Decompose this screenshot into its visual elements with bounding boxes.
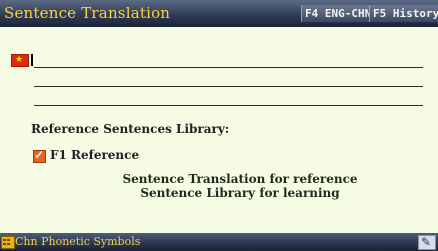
input-line[interactable] (34, 105, 423, 106)
pen-icon[interactable]: ✎ (418, 235, 436, 250)
description-line: Sentence Translation for reference (122, 172, 358, 186)
title-bar: Sentence Translation F4 ENG-CHN F5 Histo… (0, 0, 438, 27)
eng-chn-toggle-button[interactable]: F4 ENG-CHN (301, 5, 374, 22)
input-line[interactable] (34, 67, 423, 68)
app-title: Sentence Translation (4, 4, 171, 22)
reference-option-label[interactable]: F1 Reference (50, 148, 139, 162)
status-bar: Chn Phonetic Symbols ✎ (0, 233, 438, 251)
sentence-translation-window: Sentence Translation F4 ENG-CHN F5 Histo… (0, 0, 438, 251)
library-heading: Reference Sentences Library: (31, 122, 230, 136)
description-line: Sentence Library for learning (140, 186, 340, 200)
input-method-label[interactable]: Chn Phonetic Symbols (15, 234, 140, 250)
library-description: Sentence Translation for reference Sente… (90, 172, 390, 200)
reference-checkbox[interactable]: ✓ (33, 148, 46, 163)
keyboard-icon[interactable] (1, 236, 15, 249)
history-button[interactable]: F5 History (369, 5, 438, 22)
input-line[interactable] (34, 86, 423, 87)
chinese-flag-icon[interactable]: ★ (11, 54, 29, 67)
text-cursor (31, 54, 33, 66)
